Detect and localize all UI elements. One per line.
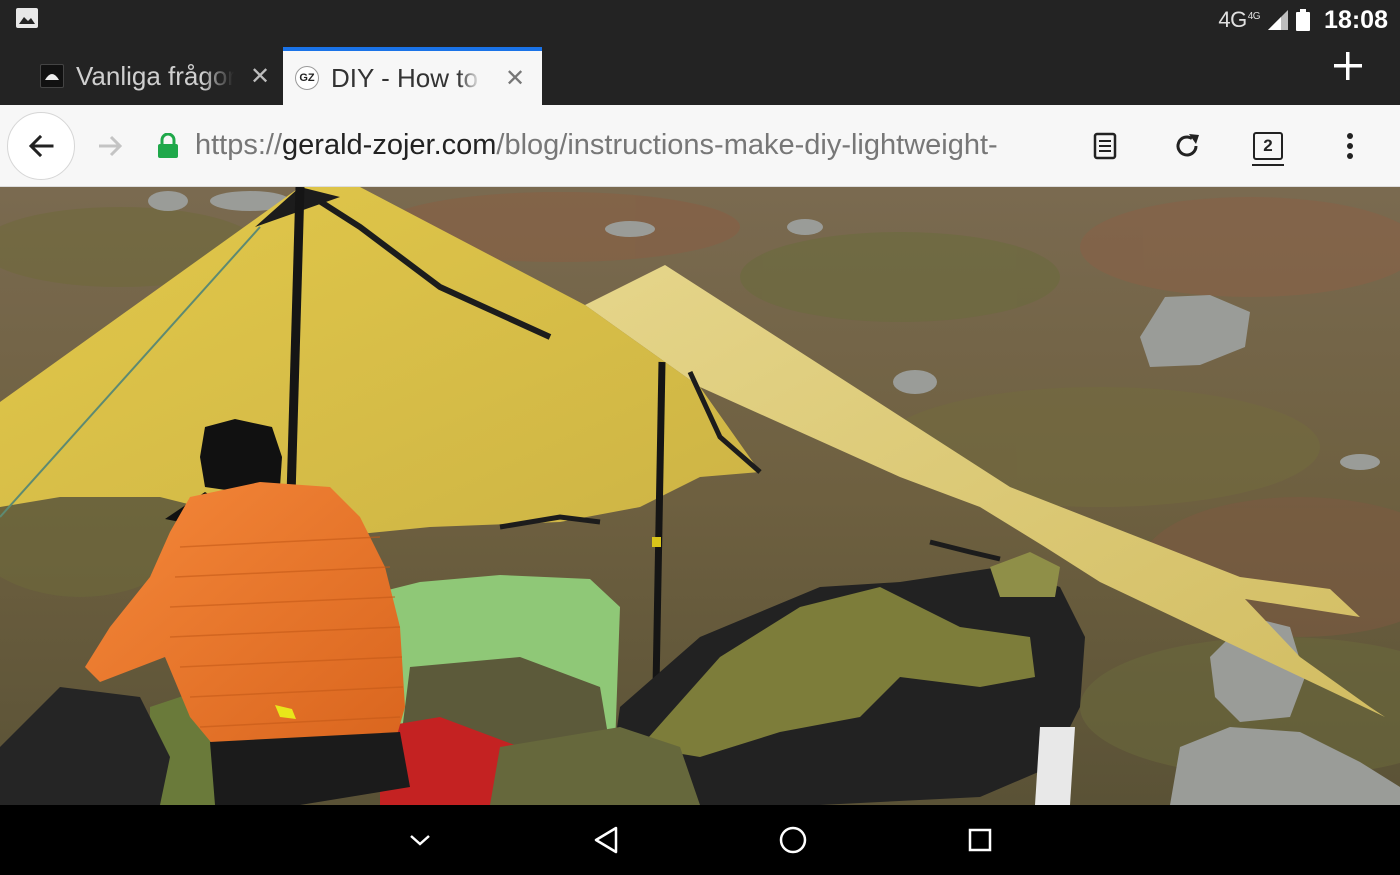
url-scheme: https:// bbox=[195, 129, 283, 161]
site-favicon-icon bbox=[40, 64, 64, 88]
reload-icon bbox=[1176, 134, 1199, 157]
url-host: gerald-zojer.com bbox=[282, 129, 497, 161]
hide-keyboard-icon bbox=[410, 835, 430, 846]
forward-arrow-icon bbox=[99, 135, 123, 157]
system-back-button[interactable] bbox=[586, 820, 626, 860]
recents-square-icon bbox=[968, 828, 992, 852]
network-type-label: 4G4G bbox=[1218, 7, 1261, 32]
new-tab-button[interactable] bbox=[1330, 48, 1366, 84]
reload-button[interactable] bbox=[1167, 126, 1207, 166]
tab-switcher-button[interactable]: 2 bbox=[1248, 126, 1288, 166]
tab-strip: Vanliga frågor ✕ GZ DIY - How to ✕ bbox=[0, 40, 1400, 105]
hide-keyboard-button[interactable] bbox=[400, 820, 440, 860]
page-content[interactable] bbox=[0, 187, 1400, 805]
system-home-button[interactable] bbox=[773, 820, 813, 860]
battery-icon bbox=[1296, 9, 1311, 31]
gz-favicon-icon: GZ bbox=[295, 66, 319, 90]
back-arrow-icon bbox=[28, 134, 54, 158]
home-circle-icon bbox=[779, 826, 807, 854]
url-field[interactable]: https://gerald-zojer.com/blog/instructio… bbox=[195, 129, 1063, 162]
browser-toolbar: https://gerald-zojer.com/blog/instructio… bbox=[0, 105, 1400, 187]
tarp-camping-photo bbox=[0, 187, 1400, 805]
tab-diy-how-to[interactable]: GZ DIY - How to ✕ bbox=[283, 47, 542, 105]
reader-mode-icon bbox=[1093, 132, 1117, 160]
plus-icon bbox=[1334, 52, 1362, 80]
tab-vanliga-fragor[interactable]: Vanliga frågor ✕ bbox=[28, 47, 278, 105]
back-button[interactable] bbox=[7, 112, 75, 180]
tab-title: DIY - How to bbox=[331, 62, 478, 93]
tab-title: Vanliga frågor bbox=[76, 60, 234, 91]
clock: 18:08 bbox=[1324, 5, 1388, 34]
lock-icon bbox=[158, 133, 178, 158]
status-bar: 4G4G 18:08 bbox=[0, 0, 1400, 40]
forward-button[interactable] bbox=[90, 126, 130, 166]
system-navigation-bar bbox=[0, 805, 1400, 875]
url-path: /blog/instructions-make-diy-lightweight- bbox=[496, 129, 998, 161]
overflow-menu-icon bbox=[1347, 133, 1353, 159]
overflow-menu-button[interactable] bbox=[1330, 126, 1370, 166]
signal-icon bbox=[1268, 10, 1289, 30]
gallery-notification-icon bbox=[16, 8, 38, 28]
close-tab-icon[interactable]: ✕ bbox=[503, 64, 527, 93]
system-recents-button[interactable] bbox=[960, 820, 1000, 860]
tab-switcher-icon: 2 bbox=[1252, 132, 1284, 166]
back-triangle-icon bbox=[594, 826, 618, 854]
reader-mode-button[interactable] bbox=[1085, 126, 1125, 166]
close-tab-icon[interactable]: ✕ bbox=[248, 62, 272, 91]
